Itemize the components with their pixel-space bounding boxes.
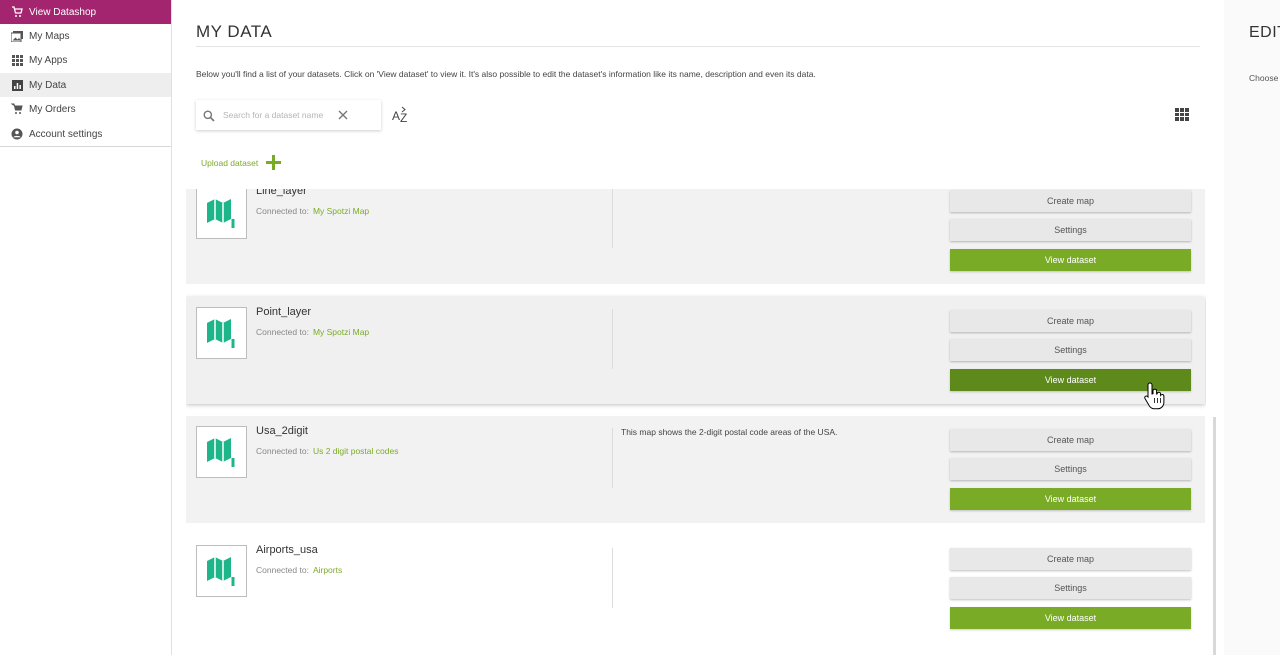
apps-grid-icon	[11, 54, 23, 66]
connected-map-link[interactable]: My Spotzi Map	[313, 206, 369, 216]
connected-label: Connected to:	[256, 206, 309, 216]
dataset-name: Line_layer	[256, 189, 307, 197]
sidebar-item-label: My Orders	[29, 103, 76, 115]
user-circle-icon	[11, 128, 23, 140]
sidebar-item-my-data[interactable]: My Data	[0, 73, 171, 97]
sidebar-item-my-apps[interactable]: My Apps	[0, 48, 171, 72]
svg-text:A: A	[392, 109, 400, 123]
map-icon	[196, 545, 247, 597]
intro-text: Below you'll find a list of your dataset…	[196, 69, 816, 79]
close-icon[interactable]	[337, 109, 349, 121]
dataset-list: Line_layer Connected to: My Spotzi Map Cr…	[186, 189, 1206, 655]
cart-icon	[11, 6, 23, 18]
sidebar-item-label: My Apps	[29, 54, 68, 66]
upload-dataset-label: Upload dataset	[201, 157, 259, 168]
sidebar-item-label: View Datashop	[29, 6, 97, 18]
create-map-button[interactable]: Create map	[950, 429, 1191, 451]
sidebar-item-my-orders[interactable]: My Orders	[0, 97, 171, 121]
sidebar-item-label: Account settings	[29, 128, 103, 140]
column-divider	[612, 548, 613, 608]
edit-panel-title: EDIT	[1249, 24, 1280, 41]
sidebar-item-view-datashop[interactable]: View Datashop	[0, 0, 171, 24]
dataset-card: Point_layer Connected to: My Spotzi Map C…	[186, 297, 1205, 404]
connected-map-link[interactable]: Us 2 digit postal codes	[313, 446, 399, 456]
sidebar: View Datashop My Maps My Apps My Data My…	[0, 0, 172, 655]
connected-label: Connected to:	[256, 565, 309, 575]
sort-az-icon[interactable]: AZ	[392, 106, 410, 125]
connected-to: Connected to: My Spotzi Map	[256, 206, 369, 216]
sidebar-divider	[0, 146, 171, 147]
plus-icon	[266, 155, 282, 170]
connected-to: Connected to: My Spotzi Map	[256, 327, 369, 337]
view-dataset-button[interactable]: View dataset	[950, 369, 1191, 391]
create-map-button[interactable]: Create map	[950, 310, 1191, 332]
settings-button[interactable]: Settings	[950, 458, 1191, 480]
dataset-name: Airports_usa	[256, 544, 318, 556]
view-dataset-button[interactable]: View dataset	[950, 488, 1191, 510]
maps-icon	[11, 30, 23, 42]
connected-to: Connected to: Us 2 digit postal codes	[256, 446, 398, 456]
connected-label: Connected to:	[256, 446, 309, 456]
svg-text:Z: Z	[400, 111, 407, 124]
sidebar-item-my-maps[interactable]: My Maps	[0, 24, 171, 48]
edit-panel: EDIT Choose	[1224, 0, 1280, 655]
sidebar-item-account-settings[interactable]: Account settings	[0, 122, 171, 146]
map-icon	[196, 189, 247, 239]
list-scrollbar[interactable]	[1213, 417, 1216, 655]
create-map-button[interactable]: Create map	[950, 190, 1191, 212]
dataset-name: Usa_2digit	[256, 425, 308, 437]
view-dataset-button[interactable]: View dataset	[950, 249, 1191, 271]
connected-map-link[interactable]: My Spotzi Map	[313, 327, 369, 337]
search-input[interactable]	[223, 110, 331, 120]
dataset-card: Usa_2digit Connected to: Us 2 digit posta…	[186, 416, 1205, 523]
connected-label: Connected to:	[256, 327, 309, 337]
view-dataset-button[interactable]: View dataset	[950, 607, 1191, 629]
dataset-card: Line_layer Connected to: My Spotzi Map Cr…	[186, 189, 1205, 284]
search-icon	[203, 109, 215, 122]
column-divider	[612, 428, 613, 488]
edit-panel-subtitle: Choose	[1249, 73, 1279, 83]
connected-map-link[interactable]: Airports	[313, 565, 342, 575]
bar-chart-icon	[11, 79, 23, 91]
cart-icon	[11, 103, 23, 115]
title-divider	[196, 46, 1200, 47]
grid-view-icon[interactable]	[1175, 108, 1189, 121]
dataset-name: Point_layer	[256, 306, 312, 318]
sidebar-item-label: My Maps	[29, 30, 70, 42]
dataset-card: Airports_usa Connected to: Airports Creat…	[186, 536, 1205, 643]
sidebar-item-label: My Data	[29, 79, 67, 91]
create-map-button[interactable]: Create map	[950, 548, 1191, 570]
settings-button[interactable]: Settings	[950, 339, 1191, 361]
map-icon	[196, 426, 247, 478]
page-title: MY DATA	[196, 22, 273, 41]
upload-dataset-button[interactable]: Upload dataset	[201, 155, 282, 170]
connected-to: Connected to: Airports	[256, 565, 342, 575]
search-box	[196, 100, 381, 130]
settings-button[interactable]: Settings	[950, 219, 1191, 241]
column-divider	[612, 309, 613, 369]
map-icon	[196, 307, 247, 359]
settings-button[interactable]: Settings	[950, 577, 1191, 599]
column-divider	[612, 189, 613, 248]
dataset-description: This map shows the 2-digit postal code a…	[621, 427, 838, 437]
